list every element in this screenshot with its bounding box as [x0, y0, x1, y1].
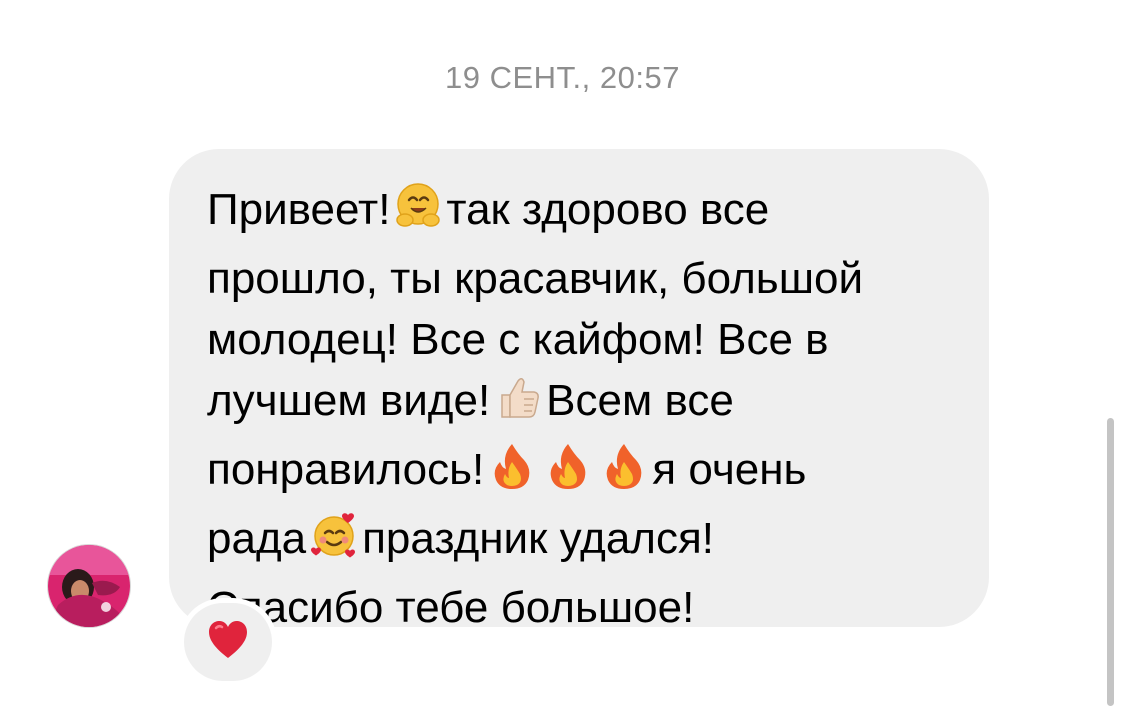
message-bubble[interactable]: Привеет! так здорово все прошло, ты краса…: [169, 149, 989, 632]
message-text: Всем все: [546, 376, 734, 425]
message-text: прошло, ты красавчик, большой: [207, 254, 864, 303]
message-line: рада праздник удался!: [207, 508, 959, 577]
thumbs-up-emoji-icon: [492, 371, 544, 439]
message-line: Привеет! так здорово все: [207, 179, 959, 248]
fire-emoji-icon: [542, 440, 594, 508]
red-heart-icon: [207, 620, 249, 665]
message-line: лучшем виде! Всем все: [207, 370, 959, 439]
message-text: Спасибо тебе большое!: [207, 583, 695, 632]
chat-screen: 19 СЕНТ., 20:57 Привеет! так здорово все …: [0, 0, 1125, 706]
fire-emoji-icon: [486, 440, 538, 508]
message-text: молодец! Все с кайфом! Все в: [207, 315, 829, 364]
sender-avatar[interactable]: [48, 545, 130, 627]
message-line: молодец! Все с кайфом! Все в: [207, 309, 959, 370]
message-text: я очень: [652, 445, 807, 494]
message-text: праздник удался!: [362, 514, 715, 563]
message-line: Спасибо тебе большое!: [207, 577, 959, 638]
fire-emoji-icon: [598, 440, 650, 508]
message-text: так здорово все: [446, 185, 770, 234]
message-timestamp: 19 СЕНТ., 20:57: [445, 60, 680, 95]
message-line: понравилось! я очень: [207, 439, 959, 508]
smiling-face-with-hearts-emoji-icon: [308, 509, 360, 577]
message-line: прошло, ты красавчик, большой: [207, 248, 959, 309]
reaction-badge[interactable]: [184, 603, 272, 681]
hugging-face-emoji-icon: [392, 180, 444, 248]
message-text: рада: [207, 514, 307, 563]
user-avatar-photo-icon: [48, 545, 130, 627]
scrollbar[interactable]: [1107, 418, 1114, 706]
message-text: лучшем виде!: [207, 376, 491, 425]
message-text: Привеет!: [207, 185, 391, 234]
message-text: понравилось!: [207, 445, 485, 494]
